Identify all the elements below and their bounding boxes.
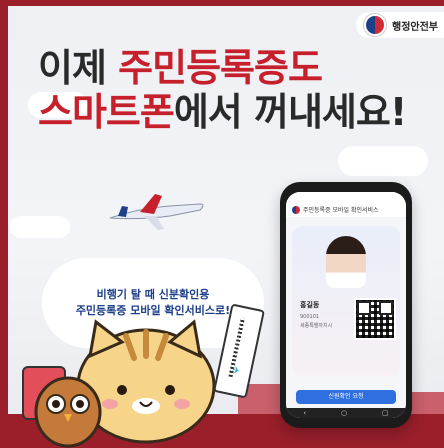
id-address: 세종특별자치시 xyxy=(300,323,333,329)
plane-icon: ✈ xyxy=(230,365,242,378)
phone-screen: 주민등록증 모바일 확인서비스 홍길동 900101 세종특별자치시 신원확인 … xyxy=(286,192,406,418)
verify-button[interactable]: 신원확인 요청 xyxy=(296,390,396,404)
cloud xyxy=(338,146,428,176)
gov-logo-icon xyxy=(292,205,300,214)
recent-icon[interactable]: ▢ xyxy=(382,408,389,418)
qr-code-icon[interactable] xyxy=(354,298,396,340)
cloud xyxy=(10,216,70,238)
ministry-badge: 행정안전부 xyxy=(356,12,444,38)
smartphone: 주민등록증 모바일 확인서비스 홍길동 900101 세종특별자치시 신원확인 … xyxy=(280,182,412,428)
headline-line2: 스마트폰에서 꺼내세요! xyxy=(38,90,407,134)
headline: 이제 주민등록증도 스마트폰에서 꺼내세요! xyxy=(38,46,418,134)
id-number: 900101 xyxy=(300,314,320,320)
id-photo xyxy=(326,236,366,288)
headline-line1: 이제 주민등록증도 xyxy=(38,46,323,90)
back-icon[interactable]: ‹ xyxy=(303,408,306,418)
gov-logo-icon xyxy=(364,14,386,36)
phone-navbar: ‹ ○ ▢ xyxy=(286,408,406,418)
holder-name: 홍길동 xyxy=(300,301,320,309)
mobile-id-card: 홍길동 900101 세종특별자치시 xyxy=(292,226,400,376)
ad-banner: 행정안전부 이제 주민등록증도 스마트폰에서 꺼내세요! 비행기 탈 때 신분확… xyxy=(8,6,444,448)
home-icon[interactable]: ○ xyxy=(341,408,347,418)
owl-mascot xyxy=(34,376,102,448)
plane-icon xyxy=(109,194,204,230)
ministry-name: 행정안전부 xyxy=(392,21,438,33)
app-header: 주민등록증 모바일 확인서비스 xyxy=(286,202,406,217)
